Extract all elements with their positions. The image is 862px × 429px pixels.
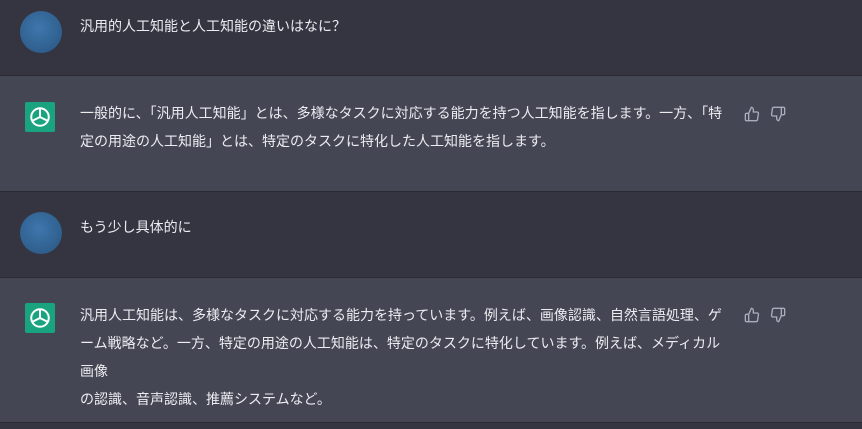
user-avatar: [20, 11, 62, 53]
assistant-message-1: 一般的に、「汎用人工知能」とは、多様なタスクに対応する能力を持つ人工知能を指しま…: [0, 76, 862, 192]
user-message-text: 汎用的人工知能と人工知能の違いはなに？: [80, 19, 346, 35]
thumbs-down-icon[interactable]: [770, 307, 786, 323]
user-message-text: もう少し具体的に: [80, 220, 192, 236]
feedback-buttons: [744, 307, 786, 323]
assistant-message-2: 汎用人工知能は、多様なタスクに対応する能力を持っています。例えば、画像認識、自然…: [0, 278, 862, 423]
feedback-buttons: [744, 106, 786, 122]
user-message-1: 汎用的人工知能と人工知能の違いはなに？: [0, 0, 862, 76]
thumbs-up-icon[interactable]: [744, 307, 760, 323]
thumbs-down-icon[interactable]: [770, 106, 786, 122]
openai-logo-icon: [25, 102, 55, 132]
user-message-2: もう少し具体的に: [0, 192, 862, 278]
thumbs-up-icon[interactable]: [744, 106, 760, 122]
openai-logo-icon: [25, 303, 55, 333]
assistant-message-text: 汎用人工知能は、多様なタスクに対応する能力を持っています。例えば、画像認識、自然…: [80, 308, 722, 408]
assistant-message-text: 一般的に、「汎用人工知能」とは、多様なタスクに対応する能力を持つ人工知能を指しま…: [80, 106, 723, 150]
user-avatar: [20, 212, 62, 254]
